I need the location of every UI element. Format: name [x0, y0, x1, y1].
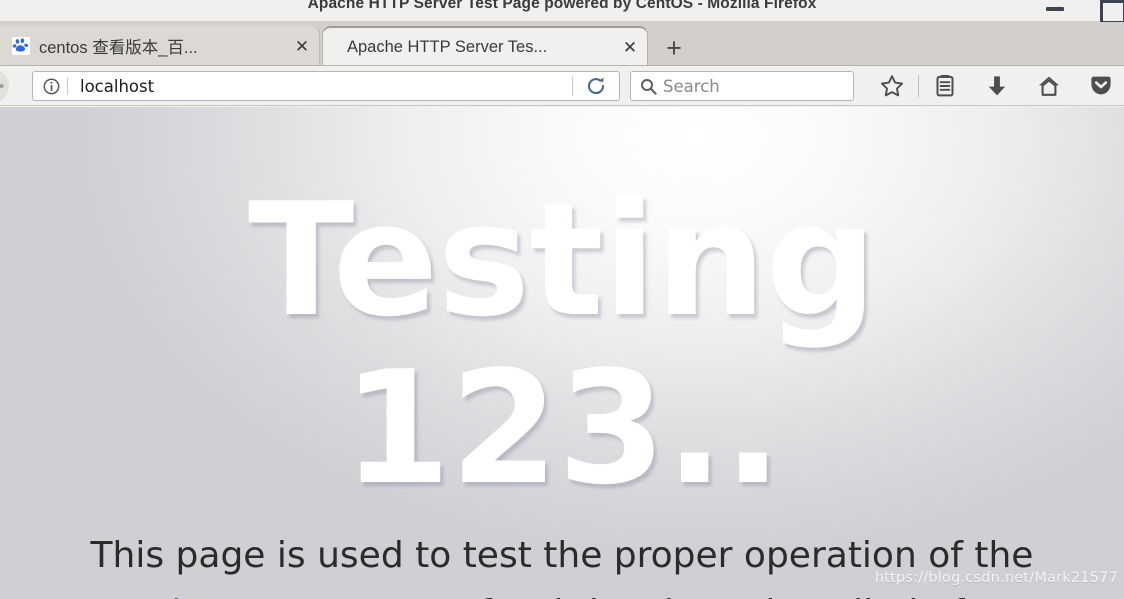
hero-heading-123: 123..	[342, 337, 782, 519]
navigation-toolbar: localhost Search	[0, 66, 1124, 106]
library-icon[interactable]	[919, 71, 971, 101]
firefox-window: Apache HTTP Server Test Page powered by …	[0, 0, 1124, 599]
reload-icon[interactable]	[573, 72, 619, 100]
search-icon	[640, 78, 657, 95]
apache-http-link[interactable]: Apache HTTP	[82, 593, 320, 599]
window-title: Apache HTTP Server Test Page powered by …	[307, 0, 817, 12]
search-bar[interactable]: Search	[630, 71, 854, 101]
window-controls	[1042, 0, 1124, 24]
tab-close-icon[interactable]: ✕	[619, 39, 641, 56]
toolbar-icons	[866, 71, 1124, 101]
hero-heading-testing: Testing	[247, 169, 877, 351]
maximize-button[interactable]	[1096, 0, 1124, 24]
new-tab-button[interactable]: +	[654, 35, 694, 64]
page-description-line-2: Apache HTTP server after it has been ins…	[0, 593, 1124, 599]
back-button[interactable]	[0, 69, 22, 103]
baidu-favicon	[12, 37, 30, 55]
tab-apache[interactable]: Apache HTTP Server Tes... ✕	[322, 26, 648, 67]
home-icon[interactable]	[1023, 71, 1075, 101]
url-bar[interactable]: localhost	[32, 71, 620, 101]
tab-label: centos 查看版本_百...	[39, 39, 198, 57]
search-input[interactable]: Search	[663, 77, 720, 96]
watermark: https://blog.csdn.net/Mark21577	[874, 570, 1118, 586]
url-text[interactable]: localhost	[68, 77, 572, 96]
bookmark-star-icon[interactable]	[866, 71, 918, 101]
tab-strip: centos 查看版本_百... ✕ Apache HTTP Server Te…	[0, 22, 1124, 67]
window-titlebar: Apache HTTP Server Test Page powered by …	[0, 0, 1124, 24]
tab-label: Apache HTTP Server Tes...	[347, 38, 548, 56]
minimize-button[interactable]	[1042, 2, 1068, 20]
apache-test-page: Testing 123.. This page is used to test …	[0, 107, 1124, 599]
pocket-icon[interactable]	[1075, 71, 1124, 101]
tab-centos[interactable]: centos 查看版本_百... ✕	[0, 26, 320, 66]
page-content: Testing 123.. This page is used to test …	[0, 107, 1124, 599]
info-circle-icon[interactable]	[43, 78, 60, 95]
tab-close-icon[interactable]: ✕	[291, 38, 313, 55]
page-description-line-2-text: server after it has been installed. If y…	[320, 593, 1042, 599]
downloads-icon[interactable]	[971, 71, 1023, 101]
